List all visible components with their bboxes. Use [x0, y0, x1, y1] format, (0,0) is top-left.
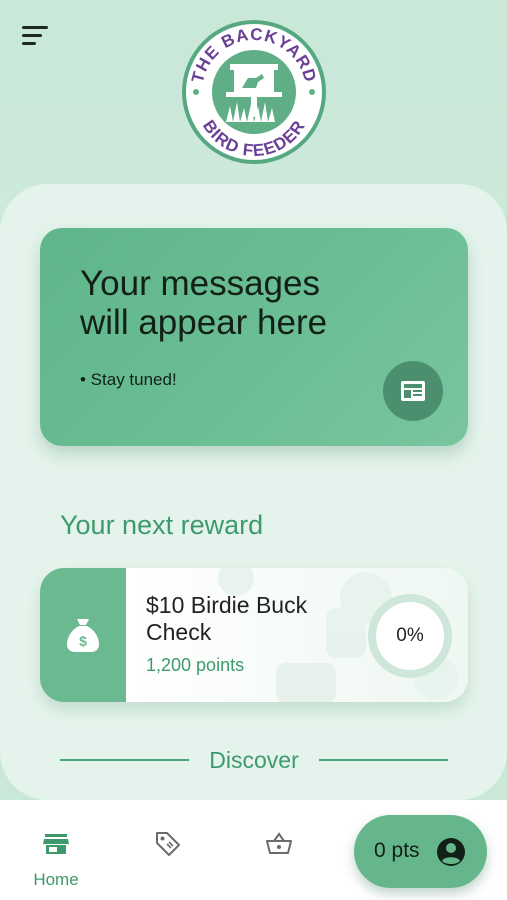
- menu-icon-bar: [22, 34, 42, 37]
- message-title: Your messages will appear here: [80, 264, 328, 342]
- divider-line: [318, 759, 448, 761]
- reward-icon-panel: $: [40, 568, 126, 702]
- reward-details: $10 Birdie Buck Check 1,200 points 0%: [126, 568, 468, 702]
- tag-icon: [156, 832, 180, 856]
- basket-icon: [266, 832, 292, 854]
- message-bullet: • Stay tuned!: [80, 370, 177, 389]
- account-icon: [437, 838, 465, 866]
- nav-shop[interactable]: [239, 800, 319, 900]
- reward-card[interactable]: $ $10 Birdie Buck Check 1,200 points 0%: [40, 568, 468, 702]
- newspaper-button[interactable]: [383, 361, 443, 421]
- nav-home[interactable]: Home: [16, 800, 96, 900]
- reward-name: $10 Birdie Buck Check: [146, 592, 308, 645]
- points-button[interactable]: 0 pts: [354, 815, 487, 888]
- store-icon: [43, 834, 69, 854]
- nav-home-label: Home: [33, 870, 79, 889]
- reward-points: 1,200 points: [146, 655, 245, 675]
- menu-icon-bar: [22, 26, 48, 29]
- logo: THE BACKYARD BIRD FEEDER: [182, 20, 326, 164]
- reward-progress-label: 0%: [396, 625, 424, 646]
- menu-button[interactable]: [22, 24, 50, 48]
- svg-text:$: $: [79, 633, 87, 649]
- discover-label[interactable]: Discover: [189, 747, 318, 774]
- money-bag-icon: $: [67, 619, 99, 652]
- menu-icon-bar: [22, 42, 36, 45]
- nav-offers[interactable]: [128, 800, 208, 900]
- message-card: Your messages will appear here • Stay tu…: [40, 228, 468, 446]
- next-reward-heading: Your next reward: [60, 510, 264, 540]
- points-label: 0 pts: [374, 839, 420, 862]
- newspaper-icon: [401, 381, 425, 401]
- divider-line: [60, 759, 190, 761]
- discover-divider: Discover: [60, 744, 448, 776]
